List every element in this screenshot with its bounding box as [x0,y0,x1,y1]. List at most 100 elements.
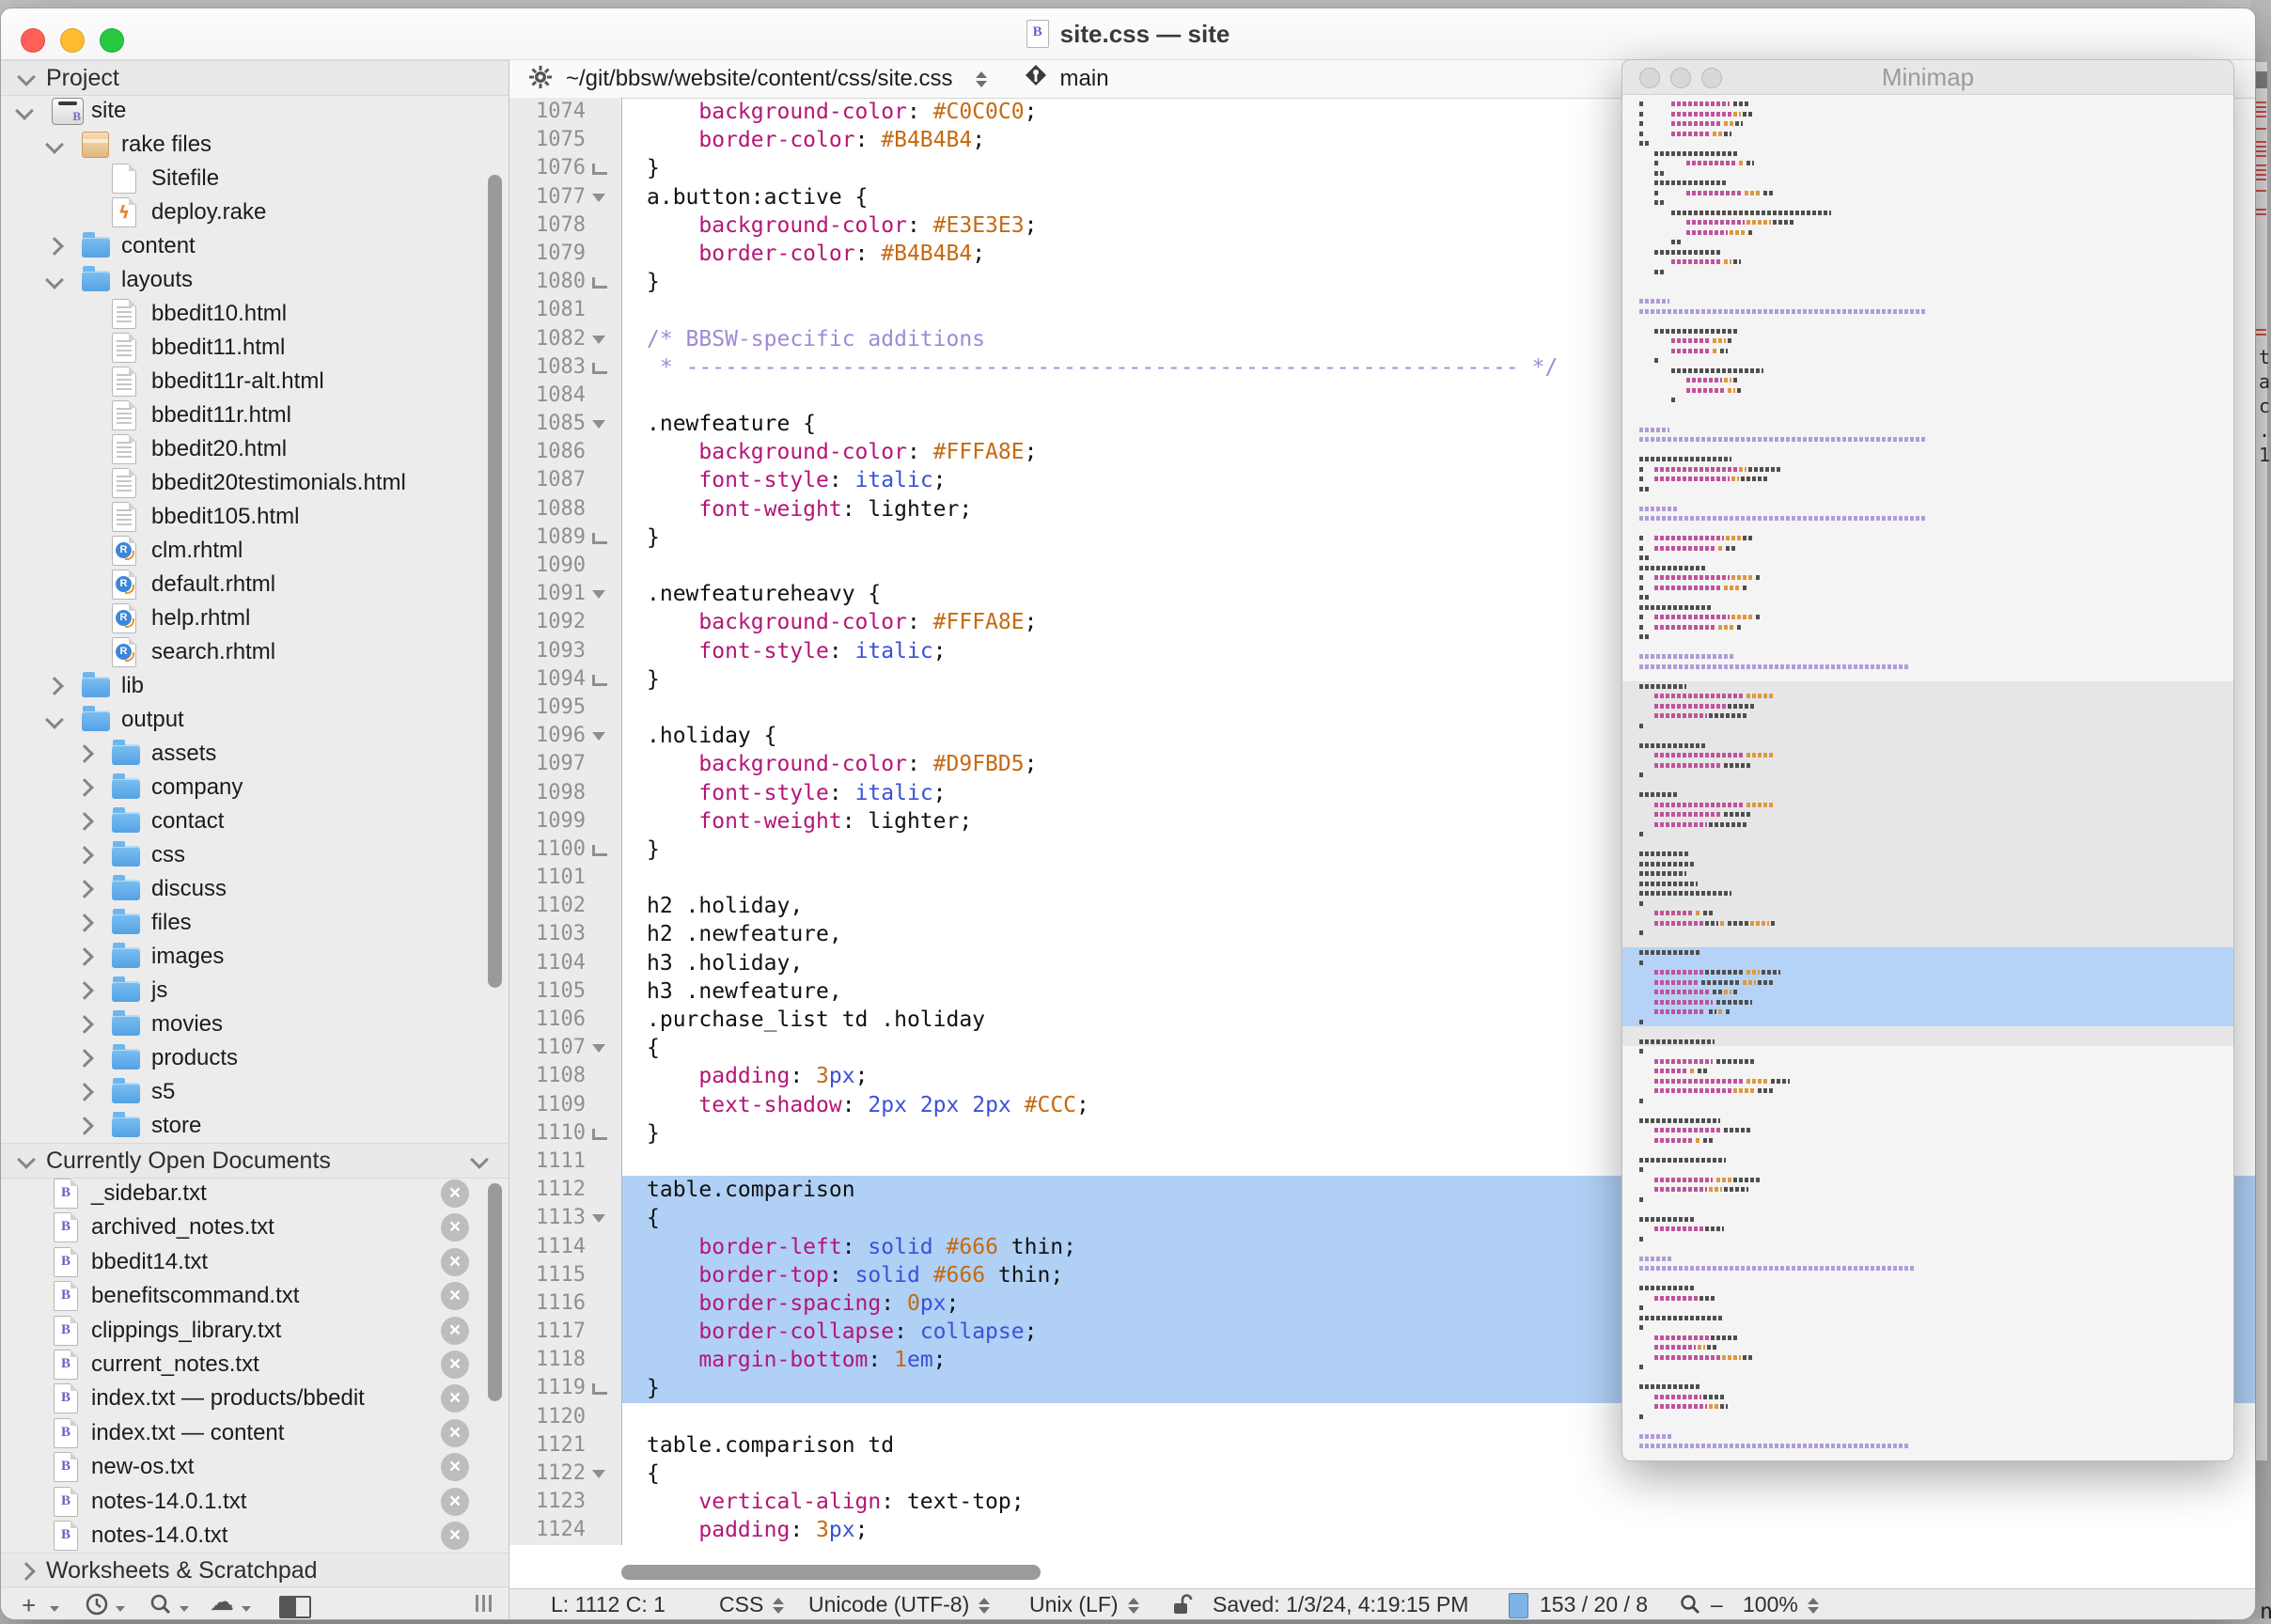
sidebar-item-js[interactable]: js [1,974,509,1007]
close-document-button[interactable]: × [441,1488,469,1516]
sidebar-item-sitefile[interactable]: Sitefile [1,162,509,195]
sidebar-item-site[interactable]: Bsite [1,94,509,128]
fold-end-icon[interactable] [592,363,607,374]
fold-open-icon[interactable] [592,420,605,429]
sidebar-item-default-rhtml[interactable]: Rdefault.rhtml [1,568,509,601]
open-document-clippings-library-txt[interactable]: Bclippings_library.txt× [1,1314,509,1348]
disclosure-triangle-icon[interactable] [45,271,64,289]
code-text[interactable]: padding: 3px; [622,1516,2255,1544]
recent-menu-caret-icon[interactable] [116,1606,125,1612]
close-document-button[interactable]: × [441,1522,469,1550]
zoom-minus[interactable]: – [1711,1592,1723,1617]
sidebar-item-s5[interactable]: s5 [1,1075,509,1109]
file-path[interactable]: ~/git/bbsw/website/content/css/site.css [566,66,953,92]
sidebar-item-lib[interactable]: lib [1,669,509,703]
path-popup-stepper-icon[interactable] [976,71,987,87]
git-branch-name[interactable]: main [1060,66,1109,92]
palette-close-button[interactable] [1639,68,1660,88]
close-document-button[interactable]: × [441,1179,469,1208]
cloud-icon[interactable]: ☁ [210,1587,234,1616]
disclosure-triangle-icon[interactable] [75,812,94,831]
fold-open-icon[interactable] [592,732,605,741]
zoom-magnifier-icon[interactable] [1680,1594,1700,1619]
close-document-button[interactable]: × [441,1419,469,1447]
disclosure-triangle-icon[interactable] [45,677,64,695]
sidebar-item-output[interactable]: output [1,703,509,737]
sidebar-item-movies[interactable]: movies [1,1007,509,1041]
disclosure-right-icon[interactable] [17,1562,36,1581]
sidebar-toggle-icon[interactable] [279,1596,311,1618]
sidebar-item-contact[interactable]: contact [1,804,509,838]
sidebar-item-assets[interactable]: assets [1,737,509,771]
add-menu-caret-icon[interactable] [50,1606,59,1612]
open-documents-scrollbar-thumb[interactable] [488,1183,502,1401]
fold-end-icon[interactable] [592,675,607,686]
disclosure-triangle-icon[interactable] [75,880,94,898]
open-document-current-notes-txt[interactable]: Bcurrent_notes.txt× [1,1348,509,1382]
splitter-grip[interactable] [476,1595,492,1612]
sidebar-item-images[interactable]: images [1,940,509,974]
project-section-header[interactable]: Project [1,60,509,96]
open-document-index-txt-products-bbedit[interactable]: Bindex.txt — products/bbedit× [1,1382,509,1415]
sidebar-item-bbedit11r-html[interactable]: bbedit11r.html [1,398,509,432]
sidebar-item-bbedit20testimonials-html[interactable]: bbedit20testimonials.html [1,466,509,500]
fold-end-icon[interactable] [592,845,607,856]
close-document-button[interactable]: × [441,1213,469,1241]
open-document-sidebar-txt[interactable]: B_sidebar.txt× [1,1177,509,1210]
disclosure-triangle-icon[interactable] [45,135,64,154]
line-endings-popup[interactable]: Unix (LF) [1029,1592,1139,1617]
disclosure-triangle-icon[interactable] [45,237,64,256]
recent-clock-icon[interactable] [86,1593,108,1616]
sidebar-item-content[interactable]: content [1,229,509,263]
open-document-index-txt-content[interactable]: Bindex.txt — content× [1,1416,509,1450]
encoding-popup[interactable]: Unicode (UTF-8) [808,1592,990,1617]
close-window-button[interactable] [21,28,45,53]
close-document-button[interactable]: × [441,1384,469,1413]
minimap-content[interactable] [1622,95,2233,1460]
disclosure-triangle-icon[interactable] [45,710,64,729]
disclosure-triangle-icon[interactable] [75,1049,94,1068]
disclosure-triangle-icon[interactable] [75,947,94,966]
add-button[interactable]: + [22,1591,36,1620]
sidebar-item-bbedit105-html[interactable]: bbedit105.html [1,500,509,534]
fold-end-icon[interactable] [592,164,607,175]
fold-open-icon[interactable] [592,590,605,599]
unlocked-icon[interactable] [1174,1593,1193,1619]
disclosure-down-icon[interactable] [17,68,36,86]
sidebar-item-deploy-rake[interactable]: ϟdeploy.rake [1,195,509,229]
document-proxy-icon[interactable]: B [1026,20,1049,48]
open-document-bbedit14-txt[interactable]: Bbbedit14.txt× [1,1245,509,1279]
disclosure-triangle-icon[interactable] [75,778,94,797]
horizontal-scrollbar-thumb[interactable] [621,1565,1041,1580]
disclosure-triangle-icon[interactable] [75,1015,94,1034]
fold-open-icon[interactable] [592,1044,605,1053]
close-document-button[interactable]: × [441,1282,469,1310]
sidebar-item-products[interactable]: products [1,1041,509,1075]
fold-end-icon[interactable] [592,1383,607,1395]
cloud-menu-caret-icon[interactable] [242,1606,251,1612]
sidebar-item-company[interactable]: company [1,771,509,804]
open-document-notes-14-0-txt[interactable]: Bnotes-14.0.txt× [1,1519,509,1553]
fold-end-icon[interactable] [592,533,607,544]
palette-zoom-button[interactable] [1701,68,1722,88]
fold-end-icon[interactable] [592,277,607,289]
close-document-button[interactable]: × [441,1351,469,1379]
sidebar-item-css[interactable]: css [1,838,509,872]
minimap-title-bar[interactable]: Minimap [1622,60,2233,95]
document-state-icon[interactable] [1509,1593,1528,1618]
fold-open-icon[interactable] [592,1470,605,1478]
language-popup[interactable]: CSS [719,1592,784,1617]
disclosure-triangle-icon[interactable] [75,981,94,1000]
sidebar-item-store[interactable]: store [1,1109,509,1143]
sidebar-item-clm-rhtml[interactable]: Rclm.rhtml [1,534,509,568]
sidebar-item-discuss[interactable]: discuss [1,872,509,906]
sidebar-item-bbedit11r-alt-html[interactable]: bbedit11r-alt.html [1,365,509,398]
worksheets-section-header[interactable]: Worksheets & Scratchpad [1,1553,509,1588]
close-document-button[interactable]: × [441,1453,469,1481]
close-document-button[interactable]: × [441,1248,469,1276]
search-menu-caret-icon[interactable] [180,1606,189,1612]
disclosure-triangle-icon[interactable] [75,914,94,932]
sidebar-item-layouts[interactable]: layouts [1,263,509,297]
open-documents-section-header[interactable]: Currently Open Documents [1,1143,509,1179]
zoom-window-button[interactable] [100,28,124,53]
